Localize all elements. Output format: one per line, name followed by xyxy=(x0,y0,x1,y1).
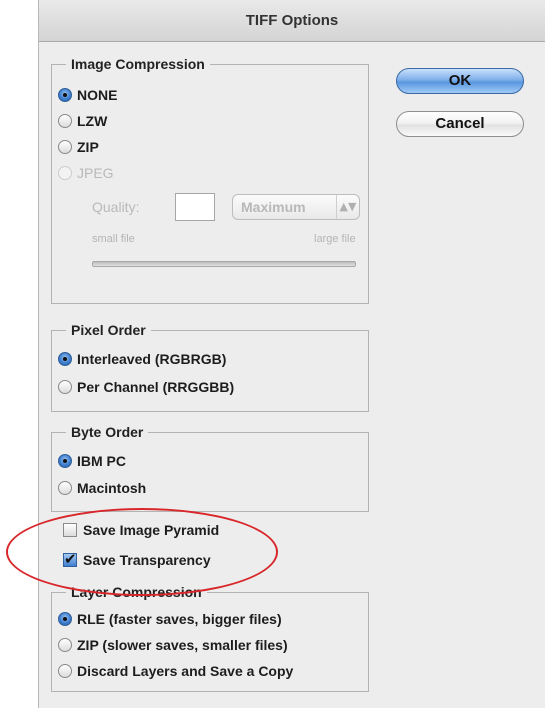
layer-compression-group: Layer Compression RLE (faster saves, big… xyxy=(51,583,369,692)
ibm-pc-radio[interactable] xyxy=(58,454,72,468)
macintosh-radio[interactable] xyxy=(58,481,72,495)
large-file-label: large file xyxy=(314,233,356,245)
pixel-order-interleaved-option[interactable]: Interleaved (RGBRGB) xyxy=(58,351,226,367)
quality-slider[interactable] xyxy=(92,261,356,267)
layer-zip-radio[interactable] xyxy=(58,638,72,652)
save-transparency-checkbox[interactable] xyxy=(63,550,77,568)
layer-rle-label: RLE (faster saves, bigger files) xyxy=(77,611,282,627)
save-image-pyramid-option[interactable]: Save Image Pyramid xyxy=(63,522,219,538)
compression-zip-radio[interactable] xyxy=(58,140,72,154)
image-compression-group: Image Compression NONE LZW ZIP JPEG Qual… xyxy=(51,55,369,304)
byte-order-mac-option[interactable]: Macintosh xyxy=(58,480,146,496)
quality-preset-value: Maximum xyxy=(241,199,306,215)
pixel-order-group: Pixel Order Interleaved (RGBRGB) Per Cha… xyxy=(51,321,369,412)
compression-lzw-option[interactable]: LZW xyxy=(58,113,107,129)
layer-zip-option[interactable]: ZIP (slower saves, smaller files) xyxy=(58,637,288,653)
save-image-pyramid-label: Save Image Pyramid xyxy=(83,522,220,538)
quality-input[interactable] xyxy=(175,193,215,221)
layer-rle-option[interactable]: RLE (faster saves, bigger files) xyxy=(58,611,282,627)
byte-order-legend: Byte Order xyxy=(66,423,149,441)
compression-lzw-radio[interactable] xyxy=(58,114,72,128)
quality-preset-select[interactable]: Maximum ▲▼ xyxy=(232,194,360,220)
compression-jpeg-option[interactable]: JPEG xyxy=(58,165,114,181)
interleaved-label: Interleaved (RGBRGB) xyxy=(77,351,227,367)
layer-discard-label: Discard Layers and Save a Copy xyxy=(77,663,294,679)
per-channel-label: Per Channel (RRGGBB) xyxy=(77,379,235,395)
layer-discard-option[interactable]: Discard Layers and Save a Copy xyxy=(58,663,293,679)
layer-discard-radio[interactable] xyxy=(58,664,72,678)
macintosh-label: Macintosh xyxy=(77,480,147,496)
tiff-options-dialog: TIFF Options OK Cancel Image Compression… xyxy=(38,0,545,708)
compression-lzw-label: LZW xyxy=(77,113,108,129)
save-transparency-label: Save Transparency xyxy=(83,552,211,568)
byte-order-group: Byte Order IBM PC Macintosh xyxy=(51,423,369,512)
compression-zip-label: ZIP xyxy=(77,139,99,155)
compression-jpeg-label: JPEG xyxy=(77,165,114,181)
pixel-order-legend: Pixel Order xyxy=(66,321,151,339)
pixel-order-per-channel-option[interactable]: Per Channel (RRGGBB) xyxy=(58,379,234,395)
byte-order-ibm-option[interactable]: IBM PC xyxy=(58,453,126,469)
ibm-pc-label: IBM PC xyxy=(77,453,126,469)
layer-rle-radio[interactable] xyxy=(58,612,72,626)
interleaved-radio[interactable] xyxy=(58,352,72,366)
up-down-arrows-icon: ▲▼ xyxy=(336,195,359,219)
image-compression-legend: Image Compression xyxy=(66,55,210,73)
per-channel-radio[interactable] xyxy=(58,380,72,394)
compression-zip-option[interactable]: ZIP xyxy=(58,139,99,155)
cancel-button[interactable]: Cancel xyxy=(396,111,524,137)
layer-compression-legend: Layer Compression xyxy=(66,583,207,601)
compression-none-radio[interactable] xyxy=(58,88,72,102)
layer-zip-label: ZIP (slower saves, smaller files) xyxy=(77,637,288,653)
dialog-title: TIFF Options xyxy=(39,0,545,42)
save-image-pyramid-checkbox[interactable] xyxy=(63,523,77,537)
quality-label: Quality: xyxy=(92,199,140,215)
ok-button[interactable]: OK xyxy=(396,68,524,94)
small-file-label: small file xyxy=(92,233,135,245)
compression-none-label: NONE xyxy=(77,87,118,103)
compression-jpeg-radio[interactable] xyxy=(58,166,72,180)
save-transparency-option[interactable]: Save Transparency xyxy=(63,550,211,568)
compression-none-option[interactable]: NONE xyxy=(58,87,117,103)
